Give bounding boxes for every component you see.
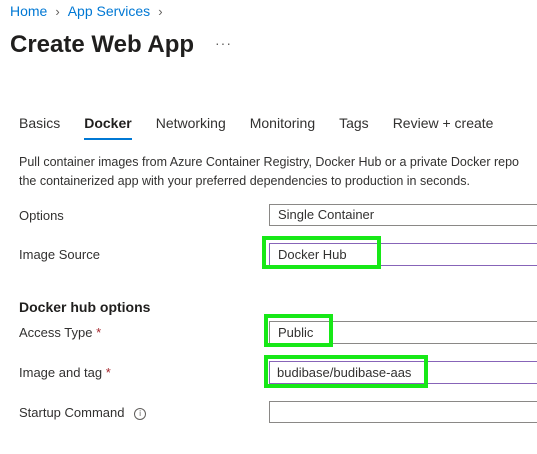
tab-docker[interactable]: Docker [84,115,132,140]
breadcrumb-app-services-link[interactable]: App Services [68,3,150,19]
access-type-value: Public [278,325,314,340]
image-tag-label: Image and tag * [19,365,111,380]
intro-line-1: Pull container images from Azure Contain… [19,155,519,169]
page-title: Create Web App [10,31,195,58]
image-tag-label-text: Image and tag [19,365,103,380]
access-type-label: Access Type * [19,325,101,340]
options-label: Options [19,208,64,223]
image-source-label: Image Source [19,247,100,262]
tab-review-create[interactable]: Review + create [393,115,494,140]
tab-networking[interactable]: Networking [156,115,226,140]
options-select[interactable]: Single Container [269,204,537,226]
image-tag-value: budibase/budibase-aas [277,365,412,380]
startup-command-input[interactable] [269,401,537,423]
required-marker: * [105,365,111,380]
breadcrumb: Home › App Services › [10,3,171,19]
info-icon[interactable]: i [134,407,147,420]
intro-description: Pull container images from Azure Contain… [19,153,537,191]
tab-strip: Basics Docker Networking Monitoring Tags… [19,115,517,140]
intro-line-2: the containerized app with your preferre… [19,174,470,188]
more-options-icon[interactable]: ··· [215,35,232,51]
tab-tags[interactable]: Tags [339,115,369,140]
required-marker: * [96,325,102,340]
chevron-right-icon: › [158,3,163,19]
docker-hub-options-heading: Docker hub options [19,299,151,315]
startup-command-label-text: Startup Command [19,405,125,420]
startup-command-label: Startup Command i [19,405,147,420]
breadcrumb-home-link[interactable]: Home [10,3,47,19]
access-type-label-text: Access Type [19,325,93,340]
tab-monitoring[interactable]: Monitoring [250,115,315,140]
tab-basics[interactable]: Basics [19,115,60,140]
chevron-right-icon: › [55,3,60,19]
image-source-value: Docker Hub [278,247,347,262]
